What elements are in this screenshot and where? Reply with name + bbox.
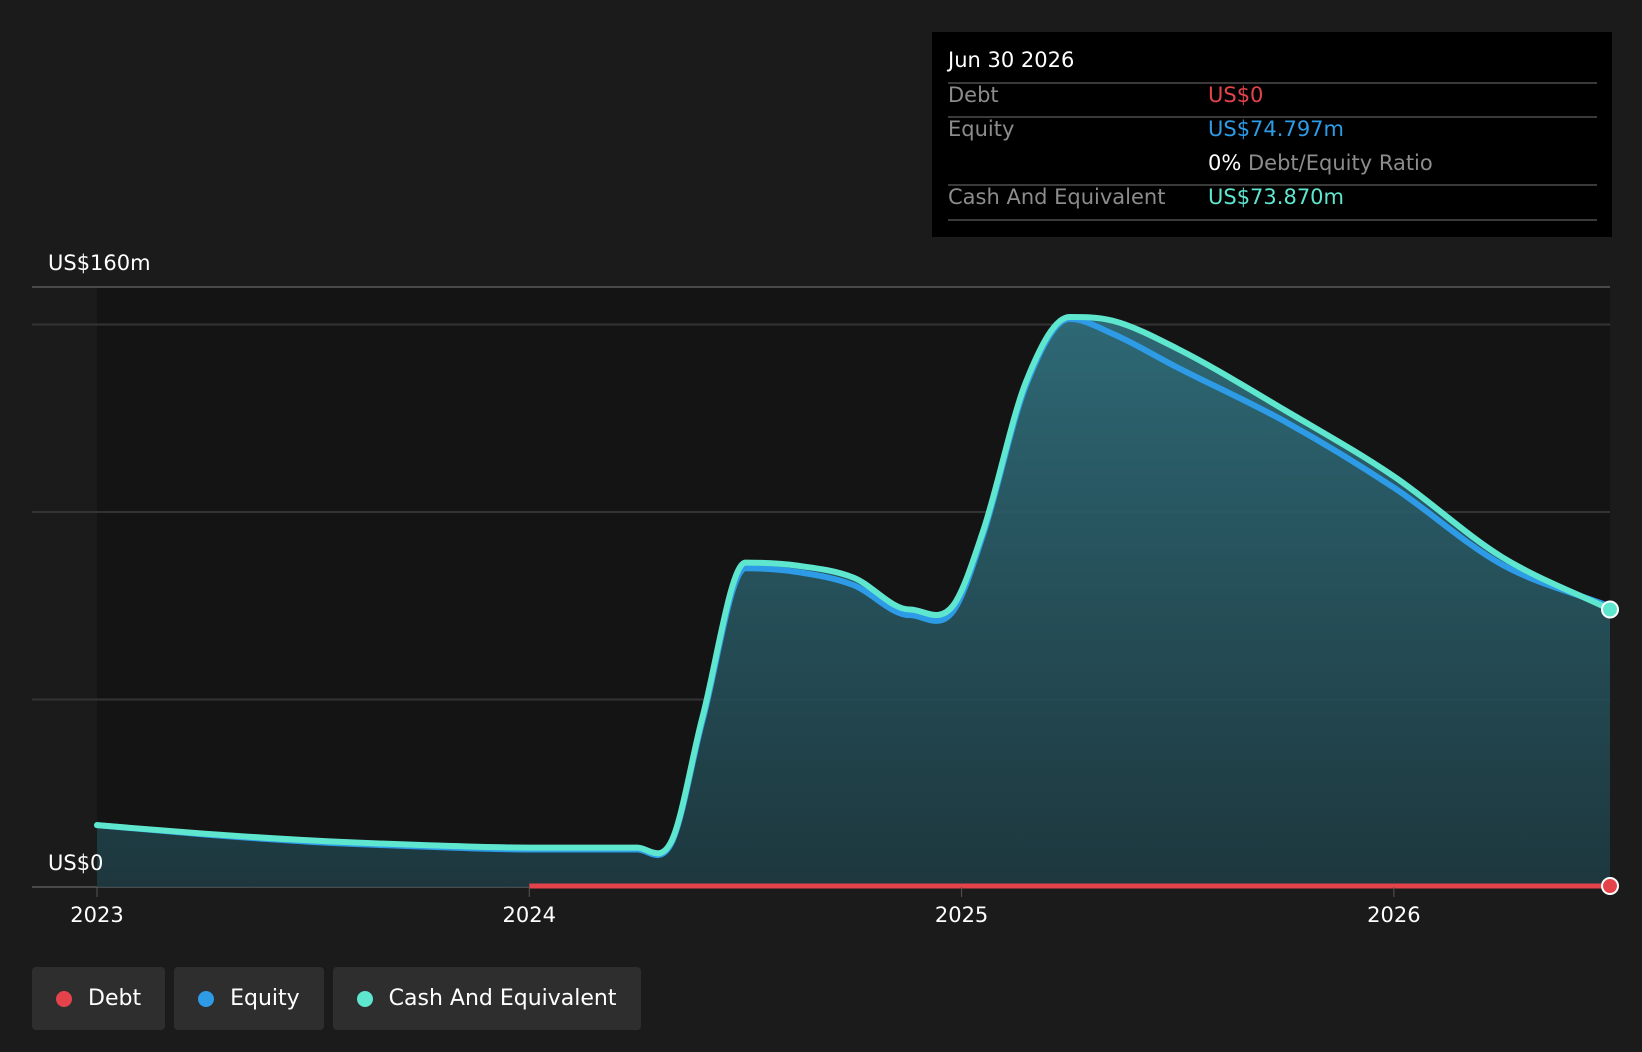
tooltip-ratio-label: Debt/Equity Ratio	[1248, 151, 1433, 175]
y-axis-bottom-label: US$0	[48, 851, 103, 875]
debt-end-marker	[1601, 877, 1619, 895]
tooltip-cash-label: Cash And Equivalent	[948, 185, 1166, 209]
legend-item-debt[interactable]: Debt	[32, 967, 166, 1030]
cash-end-marker	[1601, 600, 1619, 619]
x-tick-label: 2023	[70, 903, 123, 927]
equity-dot-icon	[198, 990, 215, 1007]
x-tick-label: 2026	[1367, 903, 1420, 927]
cash-dot-icon	[356, 990, 373, 1007]
x-tick-label: 2024	[503, 903, 556, 927]
tooltip-equity-value: US$74.797m	[1208, 117, 1344, 141]
tooltip-ratio: 0% Debt/Equity Ratio	[1208, 151, 1433, 175]
tooltip-cash-value: US$73.870m	[1208, 185, 1344, 209]
legend: Debt Equity Cash And Equivalent	[32, 967, 641, 1030]
tooltip-divider	[948, 82, 1597, 84]
legend-label-cash: Cash And Equivalent	[388, 986, 617, 1011]
legend-item-cash[interactable]: Cash And Equivalent	[332, 967, 641, 1030]
x-tick-label: 2025	[935, 903, 988, 927]
legend-item-equity[interactable]: Equity	[174, 967, 324, 1030]
tooltip-debt-value: US$0	[1208, 83, 1264, 107]
tooltip-date: Jun 30 2026	[948, 48, 1075, 72]
tooltip-divider	[948, 219, 1597, 221]
tooltip-ratio-value: 0%	[1208, 151, 1242, 175]
tooltip-equity-label: Equity	[948, 117, 1015, 141]
tooltip: Jun 30 2026 Debt US$0 Equity US$74.797m …	[932, 32, 1612, 237]
debt-dot-icon	[56, 990, 72, 1007]
legend-label-debt: Debt	[88, 986, 142, 1011]
legend-label-equity: Equity	[230, 986, 300, 1011]
y-axis-top-label: US$160m	[48, 251, 151, 275]
tooltip-debt-label: Debt	[948, 83, 999, 107]
